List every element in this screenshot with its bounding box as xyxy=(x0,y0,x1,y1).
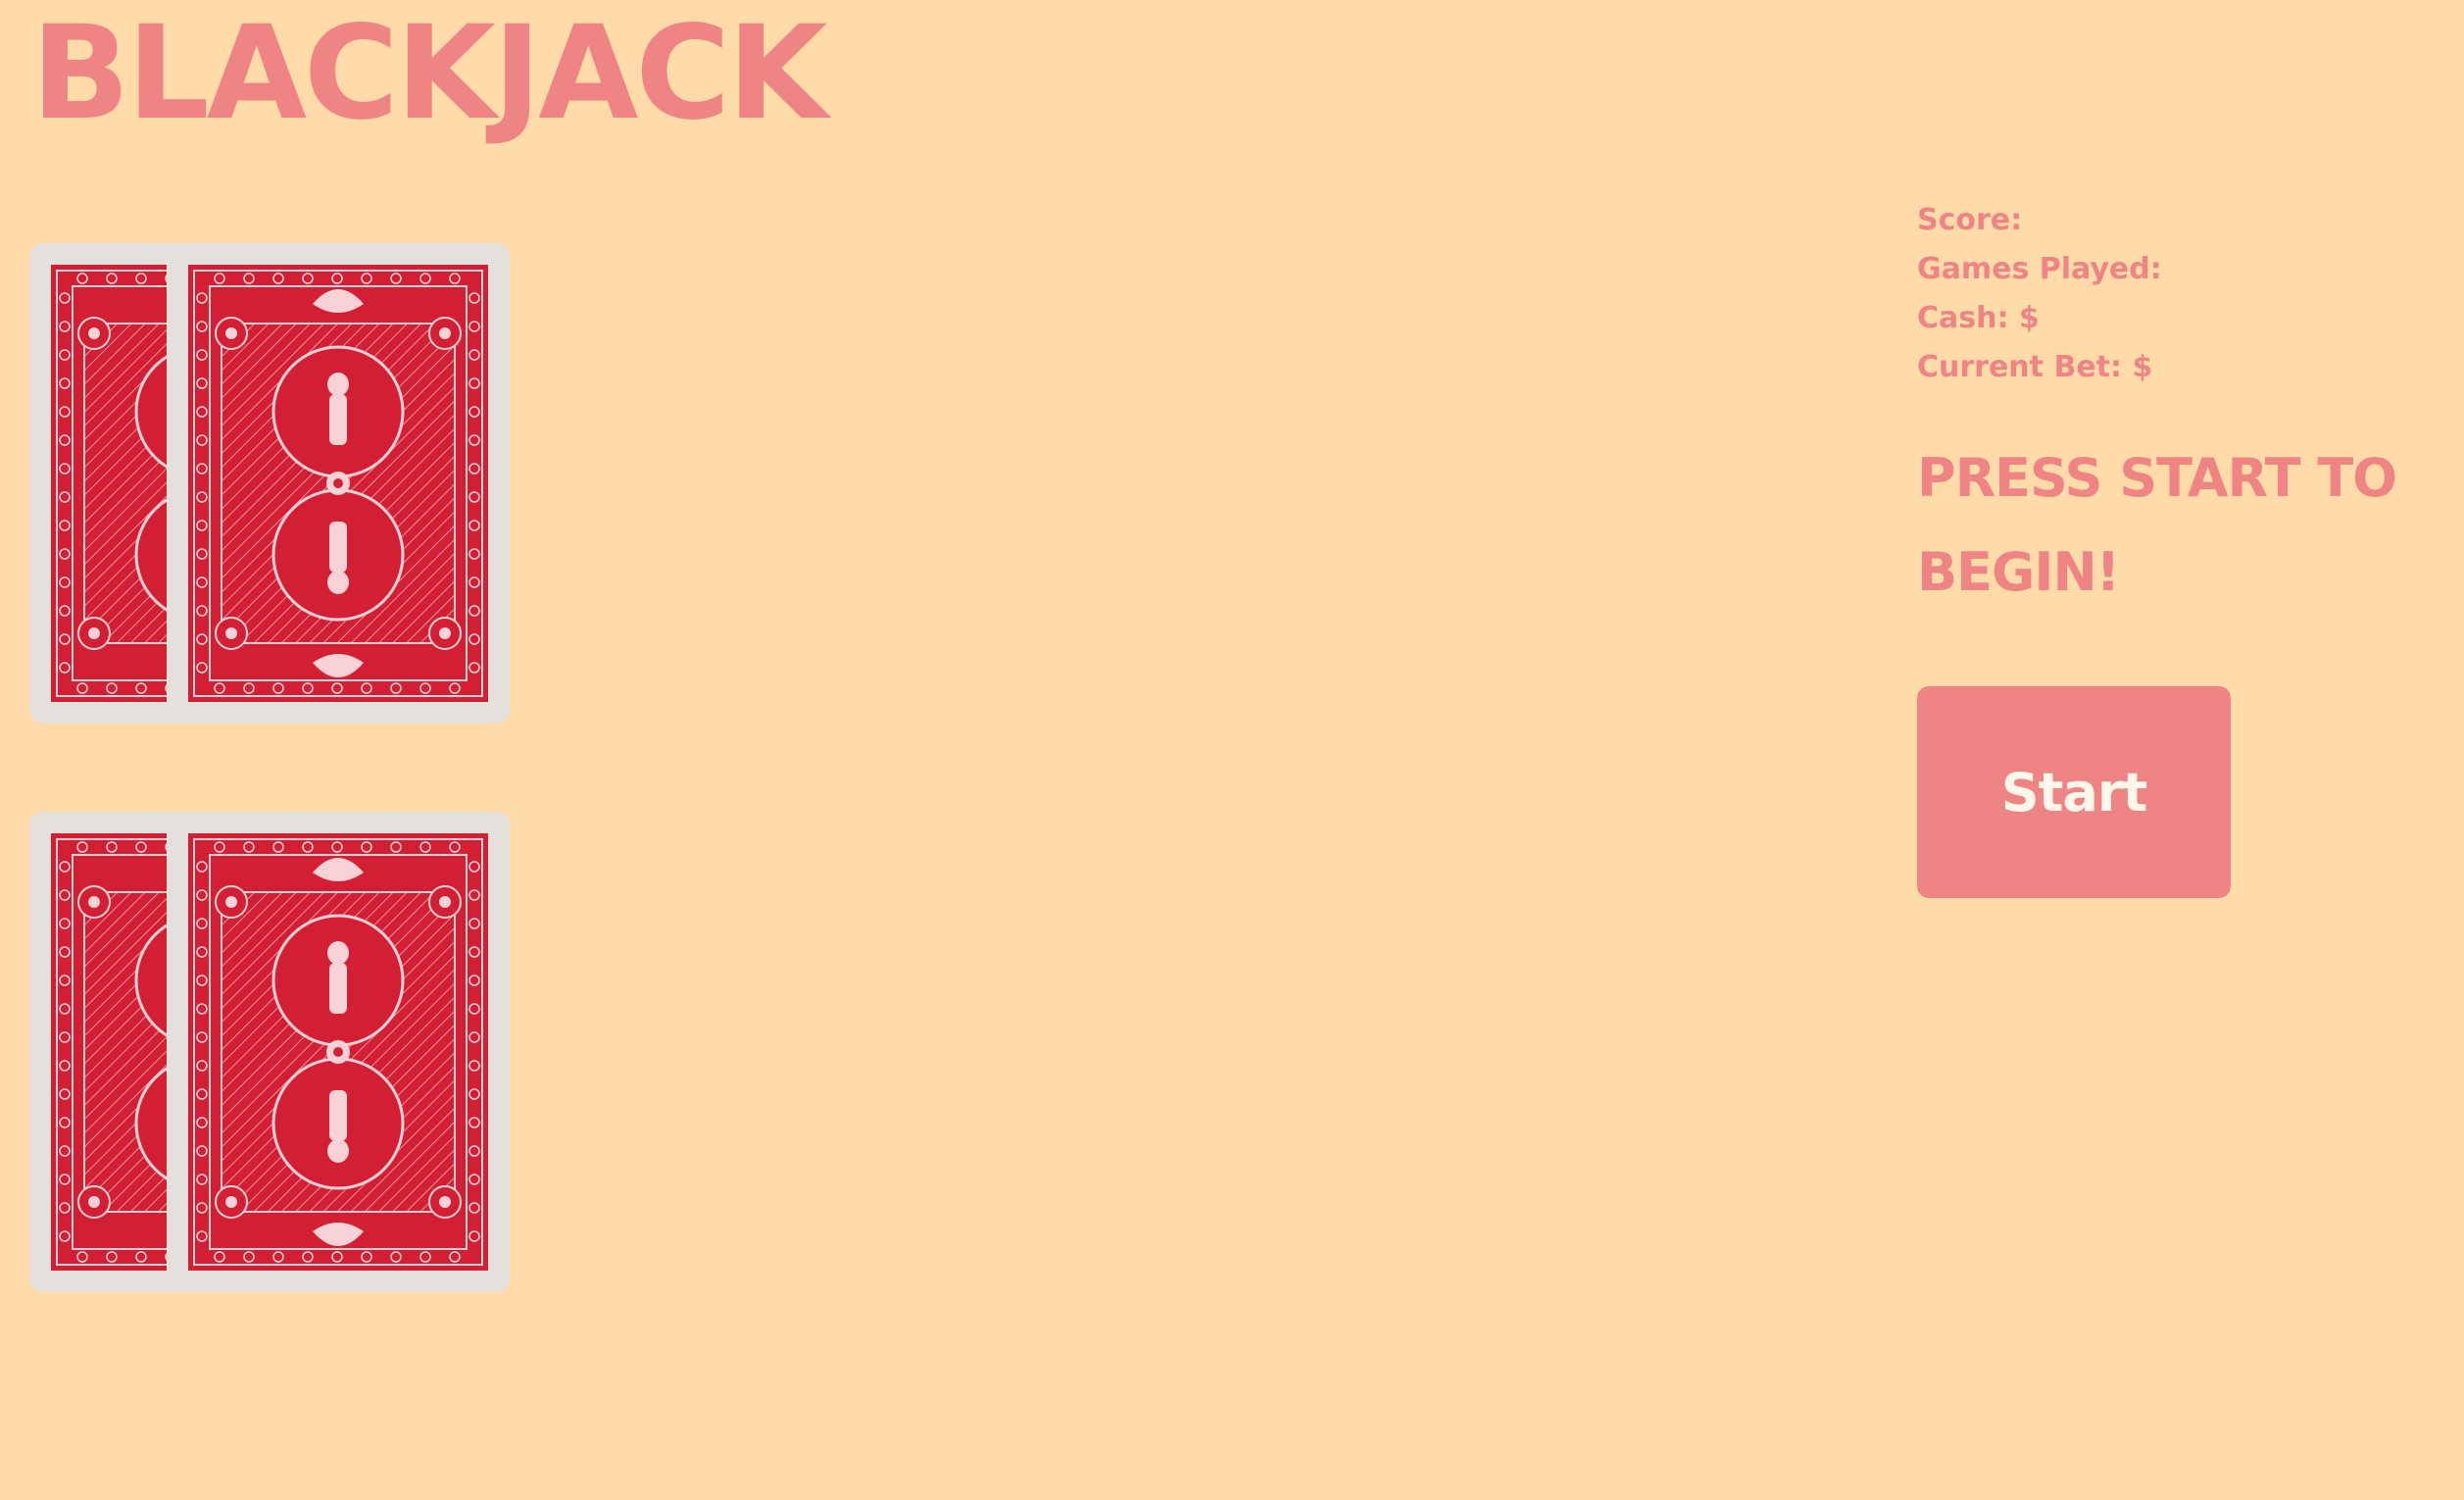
start-button[interactable]: Start xyxy=(1917,686,2231,898)
status-message-line-2: BEGIN! xyxy=(1917,541,2120,603)
status-message-line-1: PRESS START TO xyxy=(1917,447,2397,509)
games-played-label: Games Played: xyxy=(1917,252,2162,286)
game-title: BLACKJACK xyxy=(31,0,827,149)
status-message: PRESS START TO BEGIN! xyxy=(1917,431,2427,620)
stats-panel: Score: Games Played: Cash: $ Current Bet… xyxy=(1917,196,2162,392)
card-back-icon xyxy=(167,243,510,724)
player-hand xyxy=(29,812,510,1292)
dealer-hand xyxy=(29,243,510,724)
current-bet-label: Current Bet: $ xyxy=(1917,350,2153,384)
score-label: Score: xyxy=(1917,203,2023,237)
cash-label: Cash: $ xyxy=(1917,301,2040,335)
card-back-icon xyxy=(167,812,510,1292)
